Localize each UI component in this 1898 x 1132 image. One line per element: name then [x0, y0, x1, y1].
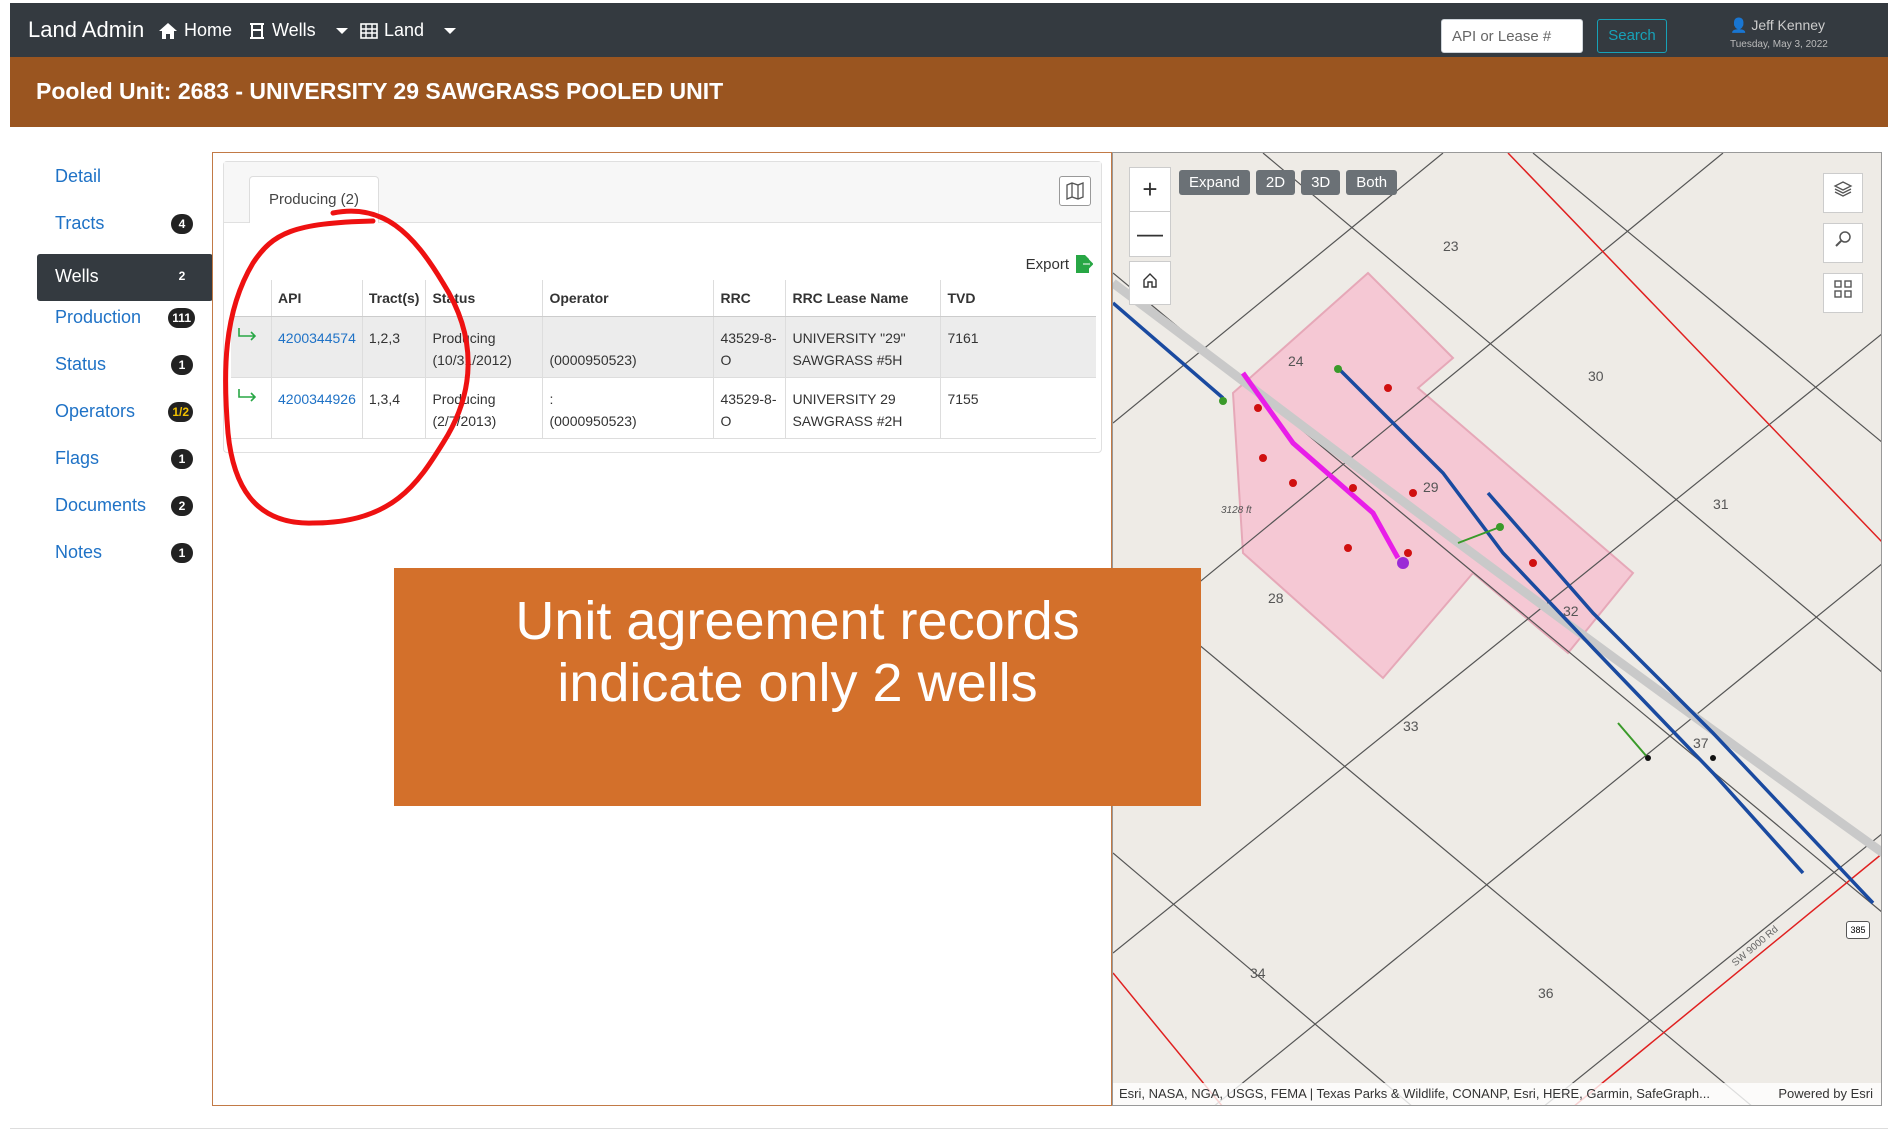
- sidebar-item-label: Detail: [55, 166, 102, 186]
- sidebar-item-label: Wells: [55, 266, 99, 286]
- 3d-button[interactable]: 3D: [1301, 170, 1341, 195]
- sidebar-item-status[interactable]: Status 1: [37, 348, 213, 395]
- count-badge: 1: [171, 449, 193, 469]
- section-label: 24: [1288, 353, 1304, 369]
- sidebar-item-operators[interactable]: Operators 1/2: [37, 395, 213, 442]
- sidebar-item-documents[interactable]: Documents 2: [37, 489, 213, 536]
- page-bottom-border: [10, 1128, 1888, 1129]
- layers-button[interactable]: [1823, 173, 1863, 213]
- callout-line-1: Unit agreement records: [515, 591, 1080, 651]
- top-navbar: Land Admin Home Wells Land Search 👤 Jeff…: [10, 3, 1888, 57]
- user-info[interactable]: 👤 Jeff Kenney Tuesday, May 3, 2022: [1730, 17, 1828, 50]
- both-button[interactable]: Both: [1346, 170, 1398, 195]
- map-canvas[interactable]: [1113, 153, 1882, 1106]
- nav-land-label: Land: [384, 20, 425, 40]
- view-mode-buttons: Expand 2D 3D Both: [1179, 170, 1398, 195]
- home-outline-icon: [1143, 273, 1157, 288]
- search-icon: [1835, 231, 1851, 247]
- user-name: Jeff Kenney: [1751, 17, 1826, 33]
- user-icon: 👤: [1730, 17, 1748, 33]
- section-label: 33: [1403, 718, 1419, 734]
- count-badge: 2: [178, 269, 186, 283]
- home-icon: [159, 22, 177, 39]
- map-attribution: Esri, NASA, NGA, USGS, FEMA | Texas Park…: [1113, 1083, 1881, 1105]
- elevation-label: 3128 ft: [1221, 505, 1252, 516]
- callout-line-2: indicate only 2 wells: [557, 653, 1038, 713]
- section-label: 30: [1588, 368, 1604, 384]
- section-label: 23: [1443, 238, 1459, 254]
- section-label: 29: [1423, 479, 1439, 495]
- map-view[interactable]: 23 24 30 29 31 28 32 33 37 34 36 3128 ft…: [1112, 152, 1882, 1106]
- powered-by-esri[interactable]: Powered by Esri: [1778, 1083, 1873, 1105]
- 2d-button[interactable]: 2D: [1255, 170, 1296, 195]
- count-badge: 2: [171, 496, 193, 516]
- zoom-control: + —: [1129, 167, 1171, 257]
- section-label: 34: [1250, 965, 1266, 981]
- highway-shield: 385: [1846, 921, 1870, 939]
- chevron-down-icon[interactable]: [444, 27, 457, 34]
- expand-button[interactable]: Expand: [1179, 170, 1250, 195]
- sidebar-item-label: Tracts: [55, 213, 105, 233]
- sidebar-item-label: Status: [55, 354, 107, 374]
- sidebar-item-label: Notes: [55, 542, 103, 562]
- sidebar-item-wells[interactable]: Wells 2: [37, 254, 213, 301]
- current-date: Tuesday, May 3, 2022: [1730, 39, 1828, 50]
- grid-icon: [360, 22, 378, 39]
- count-badge: 1: [171, 543, 193, 563]
- sidebar-item-detail[interactable]: Detail: [37, 160, 213, 207]
- nav-home-label: Home: [184, 20, 233, 40]
- nav-wells[interactable]: Wells: [248, 20, 348, 41]
- sidebar-nav: Detail Tracts 4 Wells 2 Production 111 S…: [37, 160, 213, 583]
- oil-rig-icon: [250, 22, 264, 39]
- sidebar-item-production[interactable]: Production 111: [37, 301, 213, 348]
- section-label: 37: [1693, 735, 1709, 751]
- red-circle-annotation: [223, 208, 471, 526]
- count-badge: 4: [171, 214, 193, 234]
- nav-wells-label: Wells: [272, 20, 316, 40]
- section-label: 31: [1713, 496, 1729, 512]
- sidebar-item-label: Flags: [55, 448, 100, 468]
- brand-title[interactable]: Land Admin: [28, 17, 144, 43]
- zoom-in-button[interactable]: +: [1130, 168, 1170, 212]
- sidebar-item-label: Documents: [55, 495, 147, 515]
- callout-box: Unit agreement records indicate only 2 w…: [394, 568, 1201, 806]
- search-tool-button[interactable]: [1823, 223, 1863, 263]
- page-title: Pooled Unit: 2683 - UNIVERSITY 29 SAWGRA…: [36, 78, 724, 104]
- nav-land[interactable]: Land: [360, 20, 457, 41]
- nav-home[interactable]: Home: [158, 20, 232, 41]
- search-button[interactable]: Search: [1597, 19, 1667, 53]
- count-badge: 1: [171, 355, 193, 375]
- search-input[interactable]: [1441, 19, 1583, 53]
- sidebar-item-tracts[interactable]: Tracts 4: [37, 207, 213, 254]
- count-badge: 1/2: [168, 402, 193, 422]
- sidebar-item-flags[interactable]: Flags 1: [37, 442, 213, 489]
- layers-icon: [1833, 181, 1853, 197]
- page-header: Pooled Unit: 2683 - UNIVERSITY 29 SAWGRA…: [10, 57, 1888, 127]
- chevron-down-icon[interactable]: [335, 27, 348, 34]
- sidebar-item-notes[interactable]: Notes 1: [37, 536, 213, 583]
- sidebar-item-label: Production: [55, 307, 142, 327]
- section-label: 28: [1268, 590, 1284, 606]
- sidebar-item-label: Operators: [55, 401, 136, 421]
- attribution-sources: Esri, NASA, NGA, USGS, FEMA | Texas Park…: [1119, 1086, 1710, 1101]
- zoom-out-button[interactable]: —: [1130, 212, 1170, 255]
- section-label: 36: [1538, 985, 1554, 1001]
- map-home-button[interactable]: [1129, 261, 1171, 305]
- qr-tool-button[interactable]: [1823, 273, 1863, 313]
- section-label: 32: [1563, 603, 1579, 619]
- qr-code-icon: [1834, 280, 1852, 298]
- count-badge: 111: [168, 308, 195, 328]
